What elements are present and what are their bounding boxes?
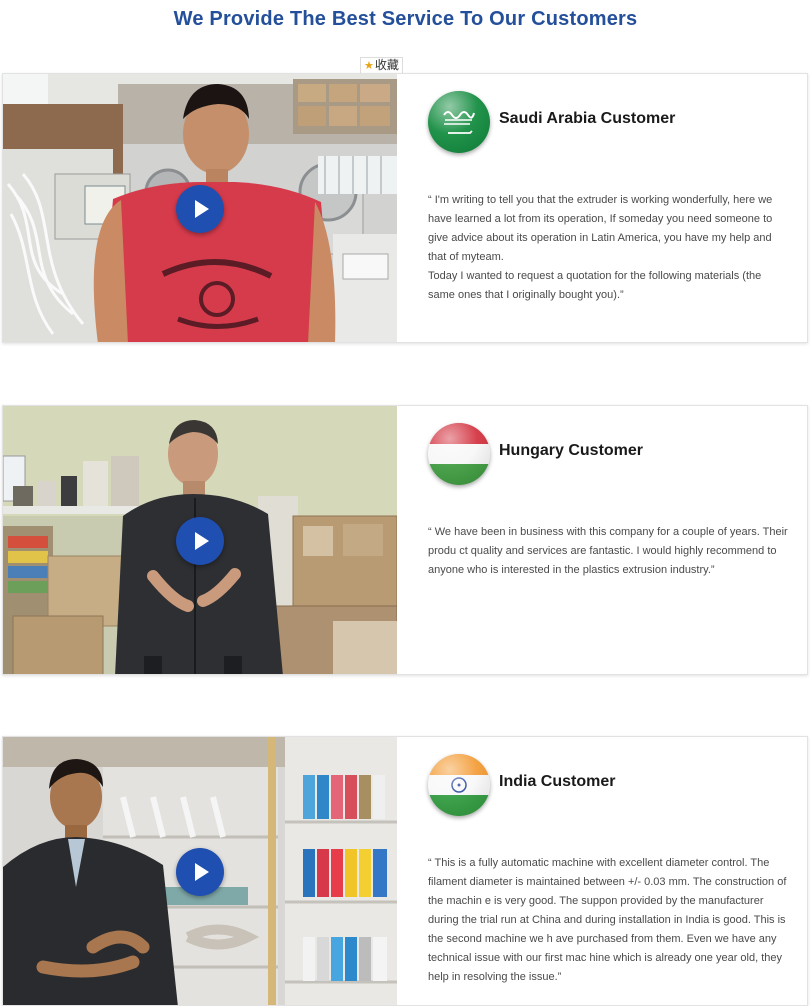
testimonial-info: India Customer “ This is a fully automat… <box>397 737 807 1005</box>
saudi-arabia-flag-icon <box>428 91 490 153</box>
testimonial-quote: “ This is a fully automatic machine with… <box>428 857 787 983</box>
testimonial-quote: “ I'm writing to tell you that the extru… <box>428 194 773 301</box>
testimonial-card-saudi-arabia: Saudi Arabia Customer “ I'm writing to t… <box>2 73 808 343</box>
customer-name: India Customer <box>499 773 616 790</box>
testimonial-card-india: India Customer “ This is a fully automat… <box>2 736 808 1006</box>
customer-name: Saudi Arabia Customer <box>499 110 676 127</box>
testimonial-info: Hungary Customer “ We have been in busin… <box>397 406 807 674</box>
hungary-flag-icon <box>428 423 490 485</box>
video-thumbnail[interactable] <box>3 74 397 342</box>
testimonial-card-hungary: Hungary Customer “ We have been in busin… <box>2 405 808 675</box>
video-thumbnail[interactable] <box>3 406 397 674</box>
favorite-button[interactable]: ★收藏 <box>360 57 403 74</box>
play-button[interactable] <box>176 848 224 896</box>
favorite-label: 收藏 <box>374 58 399 72</box>
play-button[interactable] <box>176 517 224 565</box>
testimonial-info: Saudi Arabia Customer “ I'm writing to t… <box>397 74 807 342</box>
page-title: We Provide The Best Service To Our Custo… <box>173 8 638 30</box>
play-button[interactable] <box>176 185 224 233</box>
customer-name: Hungary Customer <box>499 442 644 459</box>
video-thumbnail[interactable] <box>3 737 397 1005</box>
star-icon: ★ <box>364 60 374 72</box>
testimonial-quote: “ We have been in business with this com… <box>428 526 788 576</box>
india-flag-icon <box>428 754 490 816</box>
